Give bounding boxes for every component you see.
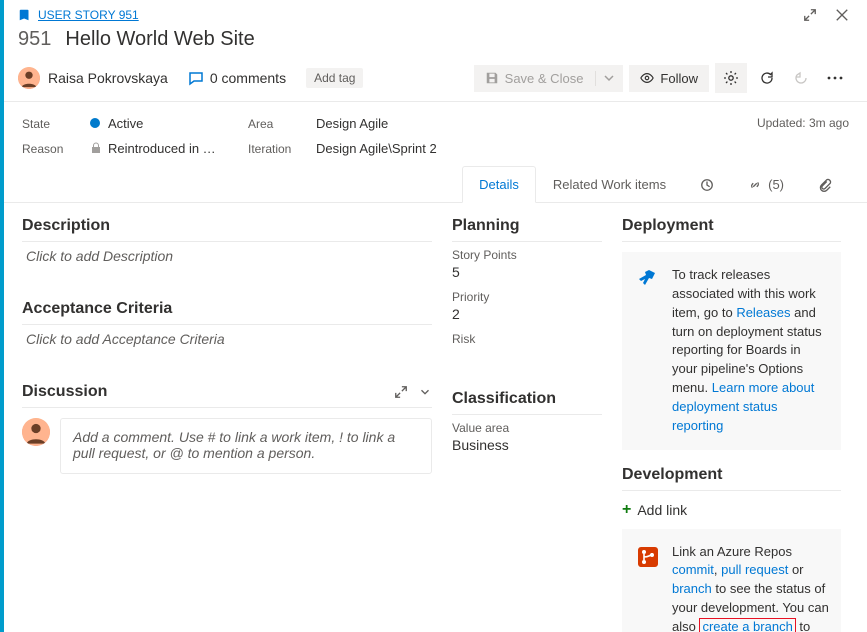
- comments-count[interactable]: 0 comments: [188, 70, 286, 86]
- rocket-icon: [636, 268, 660, 292]
- link-icon: [748, 178, 762, 192]
- description-input[interactable]: Click to add Description: [22, 242, 432, 284]
- avatar: [18, 67, 40, 89]
- save-close-button[interactable]: Save & Close: [474, 65, 624, 92]
- chevron-down-icon[interactable]: [595, 71, 622, 86]
- comment-icon: [188, 70, 204, 86]
- refresh-icon: [759, 70, 775, 86]
- tab-history[interactable]: [683, 166, 731, 202]
- breadcrumb-link[interactable]: USER STORY 951: [38, 8, 139, 22]
- tab-links[interactable]: (5): [731, 166, 801, 202]
- tab-details[interactable]: Details: [462, 166, 536, 203]
- area-label: Area: [248, 117, 308, 131]
- iteration-label: Iteration: [248, 142, 308, 156]
- branch-icon: [636, 545, 660, 569]
- development-card: Link an Azure Repos commit, pull request…: [622, 529, 841, 632]
- save-icon: [485, 71, 499, 85]
- planning-heading: Planning: [452, 217, 602, 242]
- user-story-icon: [18, 8, 32, 22]
- expand-icon[interactable]: [394, 385, 408, 399]
- refresh-button[interactable]: [753, 63, 781, 93]
- description-heading: Description: [22, 217, 432, 242]
- close-icon[interactable]: [835, 8, 849, 22]
- fullscreen-icon[interactable]: [803, 8, 817, 22]
- plus-icon: +: [622, 501, 631, 519]
- create-branch-link[interactable]: create a branch: [699, 618, 795, 632]
- undo-icon: [793, 70, 809, 86]
- reason-field[interactable]: Reintroduced in …: [90, 141, 240, 156]
- work-item-id: 951: [18, 28, 51, 51]
- follow-button[interactable]: Follow: [629, 65, 709, 92]
- more-actions-button[interactable]: [821, 63, 849, 93]
- pull-request-link[interactable]: pull request: [721, 562, 788, 577]
- work-item-title[interactable]: Hello World Web Site: [65, 28, 254, 51]
- story-points-field[interactable]: 5: [452, 262, 602, 290]
- gear-icon: [723, 70, 739, 86]
- breadcrumb: USER STORY 951: [18, 8, 139, 22]
- discussion-input[interactable]: Add a comment. Use # to link a work item…: [60, 418, 432, 474]
- avatar: [22, 418, 50, 446]
- deployment-heading: Deployment: [622, 217, 841, 242]
- lock-icon: [90, 142, 102, 154]
- classification-heading: Classification: [452, 390, 602, 415]
- priority-field[interactable]: 2: [452, 304, 602, 332]
- undo-button[interactable]: [787, 63, 815, 93]
- discussion-heading: Discussion: [22, 383, 432, 408]
- state-dot-icon: [90, 118, 100, 128]
- story-points-label: Story Points: [452, 248, 602, 262]
- assignee-name: Raisa Pokrovskaya: [48, 70, 168, 86]
- add-link-button[interactable]: + Add link: [622, 501, 841, 519]
- tab-related[interactable]: Related Work items: [536, 166, 683, 202]
- commit-link[interactable]: commit: [672, 562, 714, 577]
- chevron-down-icon[interactable]: [418, 385, 432, 399]
- tab-attachments[interactable]: [801, 166, 849, 202]
- settings-button[interactable]: [715, 63, 747, 93]
- state-field[interactable]: Active: [90, 116, 240, 131]
- development-heading: Development: [622, 466, 841, 491]
- history-icon: [700, 178, 714, 192]
- add-tag-button[interactable]: Add tag: [306, 68, 363, 88]
- value-area-field[interactable]: Business: [452, 435, 602, 463]
- iteration-field[interactable]: Design Agile\Sprint 2: [316, 141, 849, 156]
- eye-icon: [640, 71, 654, 85]
- assignee-picker[interactable]: Raisa Pokrovskaya: [18, 67, 168, 89]
- risk-field[interactable]: [452, 346, 602, 374]
- deployment-card: To track releases associated with this w…: [622, 252, 841, 450]
- ellipsis-icon: [827, 76, 843, 80]
- branch-link[interactable]: branch: [672, 581, 712, 596]
- value-area-label: Value area: [452, 421, 602, 435]
- releases-link[interactable]: Releases: [736, 305, 790, 320]
- risk-label: Risk: [452, 332, 602, 346]
- attachment-icon: [818, 178, 832, 192]
- reason-label: Reason: [22, 142, 82, 156]
- updated-timestamp: Updated: 3m ago: [757, 116, 849, 130]
- priority-label: Priority: [452, 290, 602, 304]
- acceptance-heading: Acceptance Criteria: [22, 300, 432, 325]
- state-label: State: [22, 117, 82, 131]
- acceptance-input[interactable]: Click to add Acceptance Criteria: [22, 325, 432, 367]
